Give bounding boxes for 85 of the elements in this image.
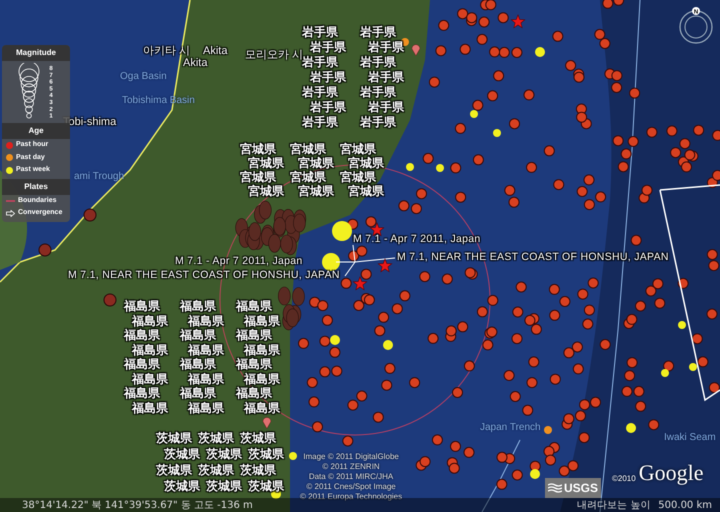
prefecture-label: 岩手県 (368, 41, 404, 53)
prefecture-label: 岩手県 (302, 116, 338, 128)
earthquake-label: M 7.1, NEAR THE EAST COAST OF HONSHU, JAPAN (68, 270, 340, 280)
prefecture-label: 茨城県 (240, 432, 276, 444)
prefecture-label: 宮城県 (348, 185, 384, 197)
prefecture-label: 福島県 (236, 329, 272, 341)
prefecture-label: 岩手県 (368, 101, 404, 113)
earthquake-label: M 7.1 - Apr 7 2011, Japan (175, 256, 303, 266)
copyright-text: ©2010 (612, 473, 636, 485)
prefecture-label: 福島県 (124, 300, 160, 312)
prefecture-label: 宮城県 (240, 171, 276, 183)
prefecture-label: 宮城県 (290, 143, 326, 155)
prefecture-label: 宮城県 (240, 143, 276, 155)
attribution-text: © 2011 Cnes/Spot Image (305, 482, 397, 492)
prefecture-label: 岩手県 (310, 41, 346, 53)
prefecture-label: 福島県 (132, 372, 168, 384)
prefecture-label: 福島県 (188, 344, 224, 356)
prefecture-label: 福島県 (188, 402, 224, 414)
prefecture-label: 福島県 (244, 344, 280, 356)
prefecture-label: 福島県 (132, 344, 168, 356)
map-feature-label: ami Trough (74, 172, 124, 182)
google-logo: Google (638, 459, 704, 487)
prefecture-label: 茨城県 (198, 432, 234, 444)
legend-heading: Magnitude (2, 45, 70, 61)
prefecture-label: 宮城県 (298, 185, 334, 197)
place-label: 모리오카 시 (245, 50, 304, 61)
attribution-text: © 2011 ZENRIN (321, 462, 381, 472)
place-label: Akita (183, 58, 208, 69)
prefecture-label: 茨城県 (164, 448, 200, 460)
prefecture-label: 岩手県 (360, 56, 396, 68)
prefecture-label: 福島県 (236, 300, 272, 312)
prefecture-label: 福島県 (188, 372, 224, 384)
prefecture-label: 茨城県 (206, 480, 242, 492)
place-label: Akita (203, 46, 228, 57)
eye-altitude-label: 내려다보는 높이 (577, 498, 650, 512)
prefecture-label: 福島県 (132, 314, 168, 326)
prefecture-label: 岩手県 (302, 26, 338, 38)
prefecture-label: 茨城県 (198, 464, 234, 476)
prefecture-label: 宮城県 (340, 171, 376, 183)
prefecture-label: 福島県 (244, 314, 280, 326)
prefecture-label: 福島県 (236, 387, 272, 399)
prefecture-label: 福島県 (124, 387, 160, 399)
prefecture-label: 福島県 (244, 402, 280, 414)
prefecture-label: 福島県 (188, 314, 224, 326)
attribution-text: Data © 2011 MIRC/JHA (308, 472, 394, 482)
prefecture-label: 宮城県 (348, 157, 384, 169)
map-feature-label: Iwaki Seam (664, 433, 716, 443)
prefecture-label: 福島県 (124, 358, 160, 370)
prefecture-label: 岩手県 (368, 71, 404, 83)
prefecture-label: 宮城県 (290, 171, 326, 183)
prefecture-label: 福島県 (236, 358, 272, 370)
prefecture-label: 宮城県 (298, 157, 334, 169)
attribution-text: © 2011 Europa Technologies (300, 492, 402, 502)
prefecture-label: 茨城県 (156, 432, 192, 444)
prefecture-label: 岩手県 (360, 86, 396, 98)
prefecture-label: 岩手県 (302, 56, 338, 68)
prefecture-label: 福島県 (132, 402, 168, 414)
prefecture-label: 茨城県 (240, 464, 276, 476)
legend-heading: Plates (2, 178, 70, 194)
prefecture-label: 福島県 (124, 329, 160, 341)
prefecture-label: 茨城県 (164, 480, 200, 492)
eye-altitude-value: 500.00 km (658, 498, 712, 512)
legend-heading: Age (2, 123, 70, 139)
prefecture-label: 宮城県 (340, 143, 376, 155)
prefecture-label: 福島県 (180, 387, 216, 399)
map-feature-label: Japan Trench (480, 423, 541, 433)
prefecture-label: 福島県 (180, 329, 216, 341)
prefecture-label: 茨城県 (248, 448, 284, 460)
prefecture-label: 岩手県 (302, 86, 338, 98)
prefecture-label: 福島県 (244, 372, 280, 384)
map-feature-label: Oga Basin (120, 72, 167, 82)
prefecture-label: 岩手県 (310, 101, 346, 113)
coordinates-text: 38°14'14.22" 북 141°39'53.67" 동 고도 -136 m (22, 498, 253, 512)
prefecture-label: 福島県 (180, 358, 216, 370)
prefecture-label: 宮城県 (248, 157, 284, 169)
usgs-logo: USGS (545, 478, 602, 498)
prefecture-label: 茨城県 (156, 464, 192, 476)
prefecture-label: 茨城県 (248, 480, 284, 492)
prefecture-label: 福島県 (180, 300, 216, 312)
prefecture-label: 宮城県 (248, 185, 284, 197)
prefecture-label: 岩手県 (310, 71, 346, 83)
prefecture-label: 岩手県 (360, 26, 396, 38)
prefecture-label: 茨城県 (206, 448, 242, 460)
attribution-text: Image © 2011 DigitalGlobe (302, 452, 400, 462)
prefecture-label: 岩手県 (360, 116, 396, 128)
